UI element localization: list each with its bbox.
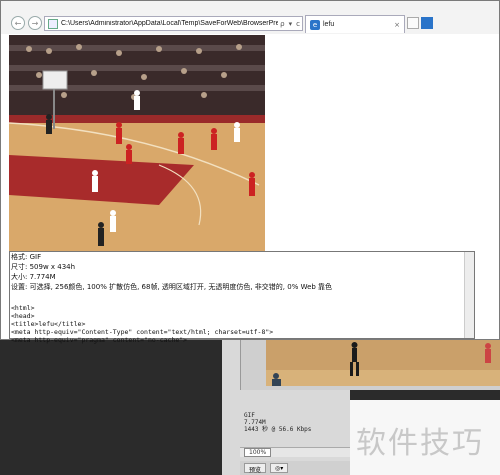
forward-button[interactable]: →: [28, 16, 42, 30]
editor-bottom-bar: 预览 ◎▾: [240, 461, 350, 475]
address-url[interactable]: C:\Users\Administrator\AppData\Local\Tem…: [61, 20, 278, 27]
address-bar[interactable]: C:\Users\Administrator\AppData\Local\Tem…: [44, 16, 303, 31]
editor-preview-image: [266, 340, 500, 386]
editor-rate: 1443 秒 @ 56.6 Kbps: [244, 426, 312, 433]
ie-logo-icon[interactable]: [421, 17, 433, 29]
filesize-line: 大小: 7.774M: [11, 273, 56, 281]
editor-size: 7.774M: [244, 419, 266, 426]
editor-status-bar: 100%: [240, 447, 350, 457]
page-icon: [48, 18, 58, 29]
forward-arrow-icon: →: [31, 18, 39, 28]
editor-format: GIF: [244, 412, 255, 419]
browser-window: ← → C:\Users\Administrator\AppData\Local…: [0, 0, 500, 344]
browser-tab[interactable]: e lefu ×: [305, 15, 405, 33]
back-button[interactable]: ←: [11, 16, 25, 30]
refresh-icon[interactable]: c: [294, 20, 302, 28]
new-tab-icon[interactable]: [407, 17, 419, 29]
back-arrow-icon: ←: [14, 18, 22, 28]
code-line: <meta http-equiv="pragma" content="no-ca…: [11, 336, 188, 344]
tab-title: lefu: [323, 21, 335, 28]
optimization-info-panel: 格式: GIF 尺寸: 509w x 434h 大小: 7.774M 设置: 可…: [9, 251, 475, 344]
editor-file-info: GIF 7.774M 1443 秒 @ 56.6 Kbps: [240, 412, 350, 442]
code-line: <meta http-equiv="Content-Type" content=…: [11, 328, 274, 336]
watermark: 软件技巧: [356, 426, 484, 461]
format-line: 格式: GIF: [11, 253, 42, 261]
code-line: <head>: [11, 312, 35, 320]
code-line: <html>: [11, 304, 35, 312]
ie-icon: e: [310, 19, 320, 30]
gif-preview-image: [9, 35, 265, 251]
browser-toolbar: ← → C:\Users\Administrator\AppData\Local…: [1, 1, 499, 34]
tab-close-icon[interactable]: ×: [394, 21, 400, 29]
dimensions-line: 尺寸: 509w x 434h: [11, 263, 76, 271]
preview-button[interactable]: 预览: [244, 463, 267, 474]
settings-line: 设置: 可选择, 256颜色, 100% 扩散仿色, 68帧, 透明区域打开, …: [11, 283, 333, 291]
code-line: <title>lefu</title>: [11, 320, 86, 328]
browser-preview-button[interactable]: ◎▾: [270, 463, 289, 473]
zoom-select[interactable]: 100%: [244, 448, 272, 457]
dropdown-icon[interactable]: ▾: [287, 20, 295, 28]
info-scrollbar[interactable]: [464, 252, 474, 338]
search-icon[interactable]: ρ: [278, 20, 286, 28]
